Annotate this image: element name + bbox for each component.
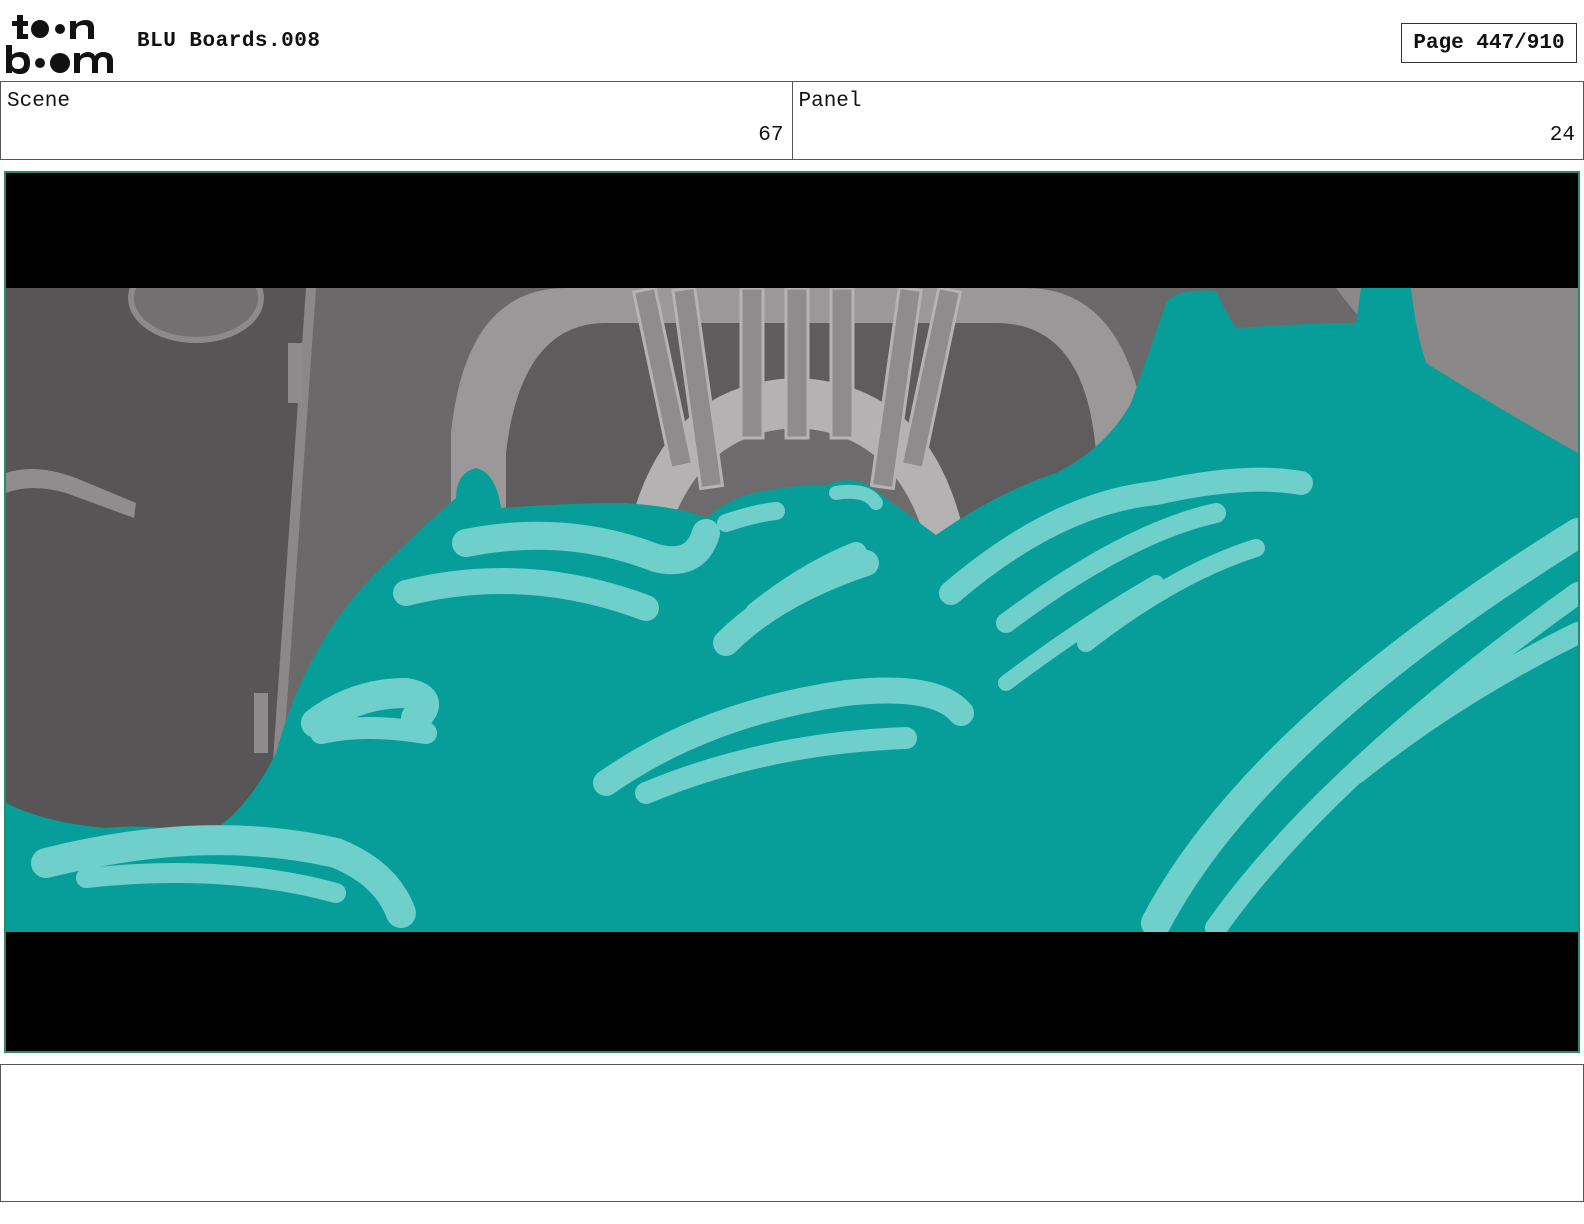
letterbox-top	[6, 173, 1578, 288]
panel-number: 24	[1549, 124, 1575, 147]
toon-boom-logo	[4, 12, 118, 74]
storyboard-panel-frame	[4, 171, 1580, 1053]
hinge-top	[288, 343, 302, 403]
scene-label: Scene	[7, 90, 71, 113]
panel-label: Panel	[798, 90, 862, 113]
notes-area[interactable]	[0, 1064, 1584, 1202]
page-header: BLU Boards.008 Page 447/910	[0, 0, 1584, 82]
document-title: BLU Boards.008	[137, 30, 321, 53]
scene-cell: Scene 67	[1, 82, 792, 159]
storyboard-panel-image	[6, 173, 1578, 1051]
scene-number: 67	[758, 124, 784, 147]
panel-cell: Panel 24	[791, 82, 1584, 159]
hinge-bottom	[254, 693, 268, 753]
letterbox-bottom	[6, 932, 1578, 1051]
toon-boom-logo-icon	[6, 15, 113, 74]
scene-panel-info-row: Scene 67 Panel 24	[0, 81, 1584, 160]
page-indicator: Page 447/910	[1401, 23, 1577, 63]
